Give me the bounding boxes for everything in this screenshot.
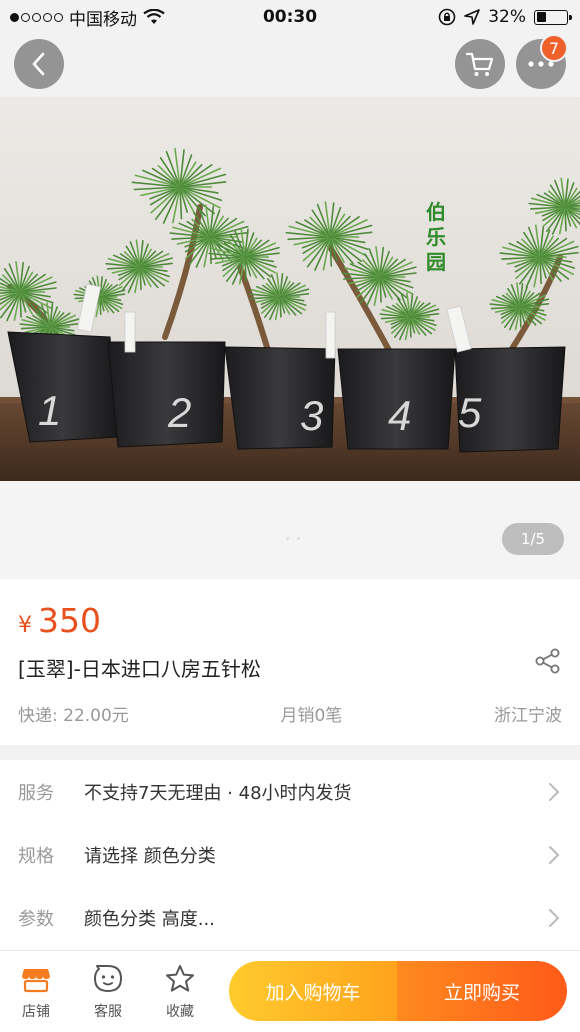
option-row-spec[interactable]: 规格 请选择 颜色分类 [0,823,580,886]
monthly-sales: 月销0笔 [280,706,343,726]
watermark-char: 伯 [426,200,446,224]
watermark-char: 乐 [426,226,446,249]
option-row-params[interactable]: 参数 颜色分类 高度... [0,886,580,949]
chevron-right-icon [549,845,560,864]
cart-count-badge: 7 [540,34,568,62]
customer-service-tab[interactable]: 客服 [76,951,140,1032]
option-value: 不支持7天无理由 · 48小时内发货 [84,782,352,804]
option-label: 规格 [18,845,54,867]
store-icon [22,969,50,993]
rotation-lock-icon [438,8,456,26]
shipping-sales-location-row: 快递: 22.00元 月销0笔 浙江宁波 [18,701,562,726]
option-value: 颜色分类 高度... [84,908,215,930]
ship-from-location: 浙江宁波 [493,706,562,726]
more-dots-icon [528,61,554,67]
share-icon[interactable] [534,647,562,675]
options-list: 服务 不支持7天无理由 · 48小时内发货 规格 请选择 颜色分类 参数 颜色分… [0,760,580,950]
top-bar: 7 [0,34,580,96]
price: ¥ 350 [18,601,101,640]
add-to-cart-button[interactable]: 加入购物车 [229,961,397,1021]
star-icon [166,965,194,992]
product-title: [玉翠]-日本进口八房五针松 [18,657,261,681]
customer-service-label: 客服 [94,1004,122,1020]
shopping-cart-icon [465,52,494,76]
pot-number-label: 2 [167,389,191,436]
bottom-action-bar: 店铺 客服 收藏 加入购物车 立即购买 [0,950,580,1032]
status-left: 中国移动 [10,5,165,30]
pot-number-label: 1 [38,387,61,434]
wifi-icon [143,9,165,24]
location-arrow-icon [464,9,481,25]
cart-button[interactable] [455,39,505,89]
currency-symbol: ¥ [18,613,32,638]
pot-number-label: 4 [388,392,411,439]
favorite-tab[interactable]: 收藏 [148,951,212,1032]
back-button[interactable] [14,39,64,89]
product-info: ¥ 350 [玉翠]-日本进口八房五针松 快递: 22.00元 月销0笔 浙江宁… [0,579,580,745]
price-value: 350 [38,601,101,640]
chevron-right-icon [549,908,560,927]
status-right: 32% [438,7,572,27]
carousel-dots [286,537,300,540]
chevron-right-icon [549,782,560,801]
option-label: 服务 [18,782,54,804]
signal-strength-icon [10,12,63,22]
buy-now-button[interactable]: 立即购买 [397,961,567,1021]
pot-number-label: 5 [458,389,482,436]
pot-number-label: 3 [300,392,323,439]
shipping-fee: 快递: 22.00元 [18,706,129,726]
product-gallery[interactable]: 1 2 3 4 5 伯 乐 园 1/5 [0,97,580,579]
chat-face-icon [94,965,122,992]
status-bar: 中国移动 00:30 32% [0,0,580,34]
favorite-label: 收藏 [166,1004,194,1020]
option-label: 参数 [18,908,54,930]
battery-icon [534,9,572,25]
option-value: 请选择 颜色分类 [84,845,216,867]
carrier-name: 中国移动 [69,9,137,30]
shop-label: 店铺 [22,1004,50,1020]
chevron-left-icon [32,52,45,76]
image-page-indicator: 1/5 [502,523,564,555]
product-photo: 1 2 3 4 5 伯 乐 园 [0,97,580,481]
battery-fill [536,12,546,22]
battery-percent: 32% [488,7,526,27]
shop-tab[interactable]: 店铺 [4,951,68,1032]
option-row-service[interactable]: 服务 不支持7天无理由 · 48小时内发货 [0,760,580,823]
watermark-char: 园 [426,252,446,274]
